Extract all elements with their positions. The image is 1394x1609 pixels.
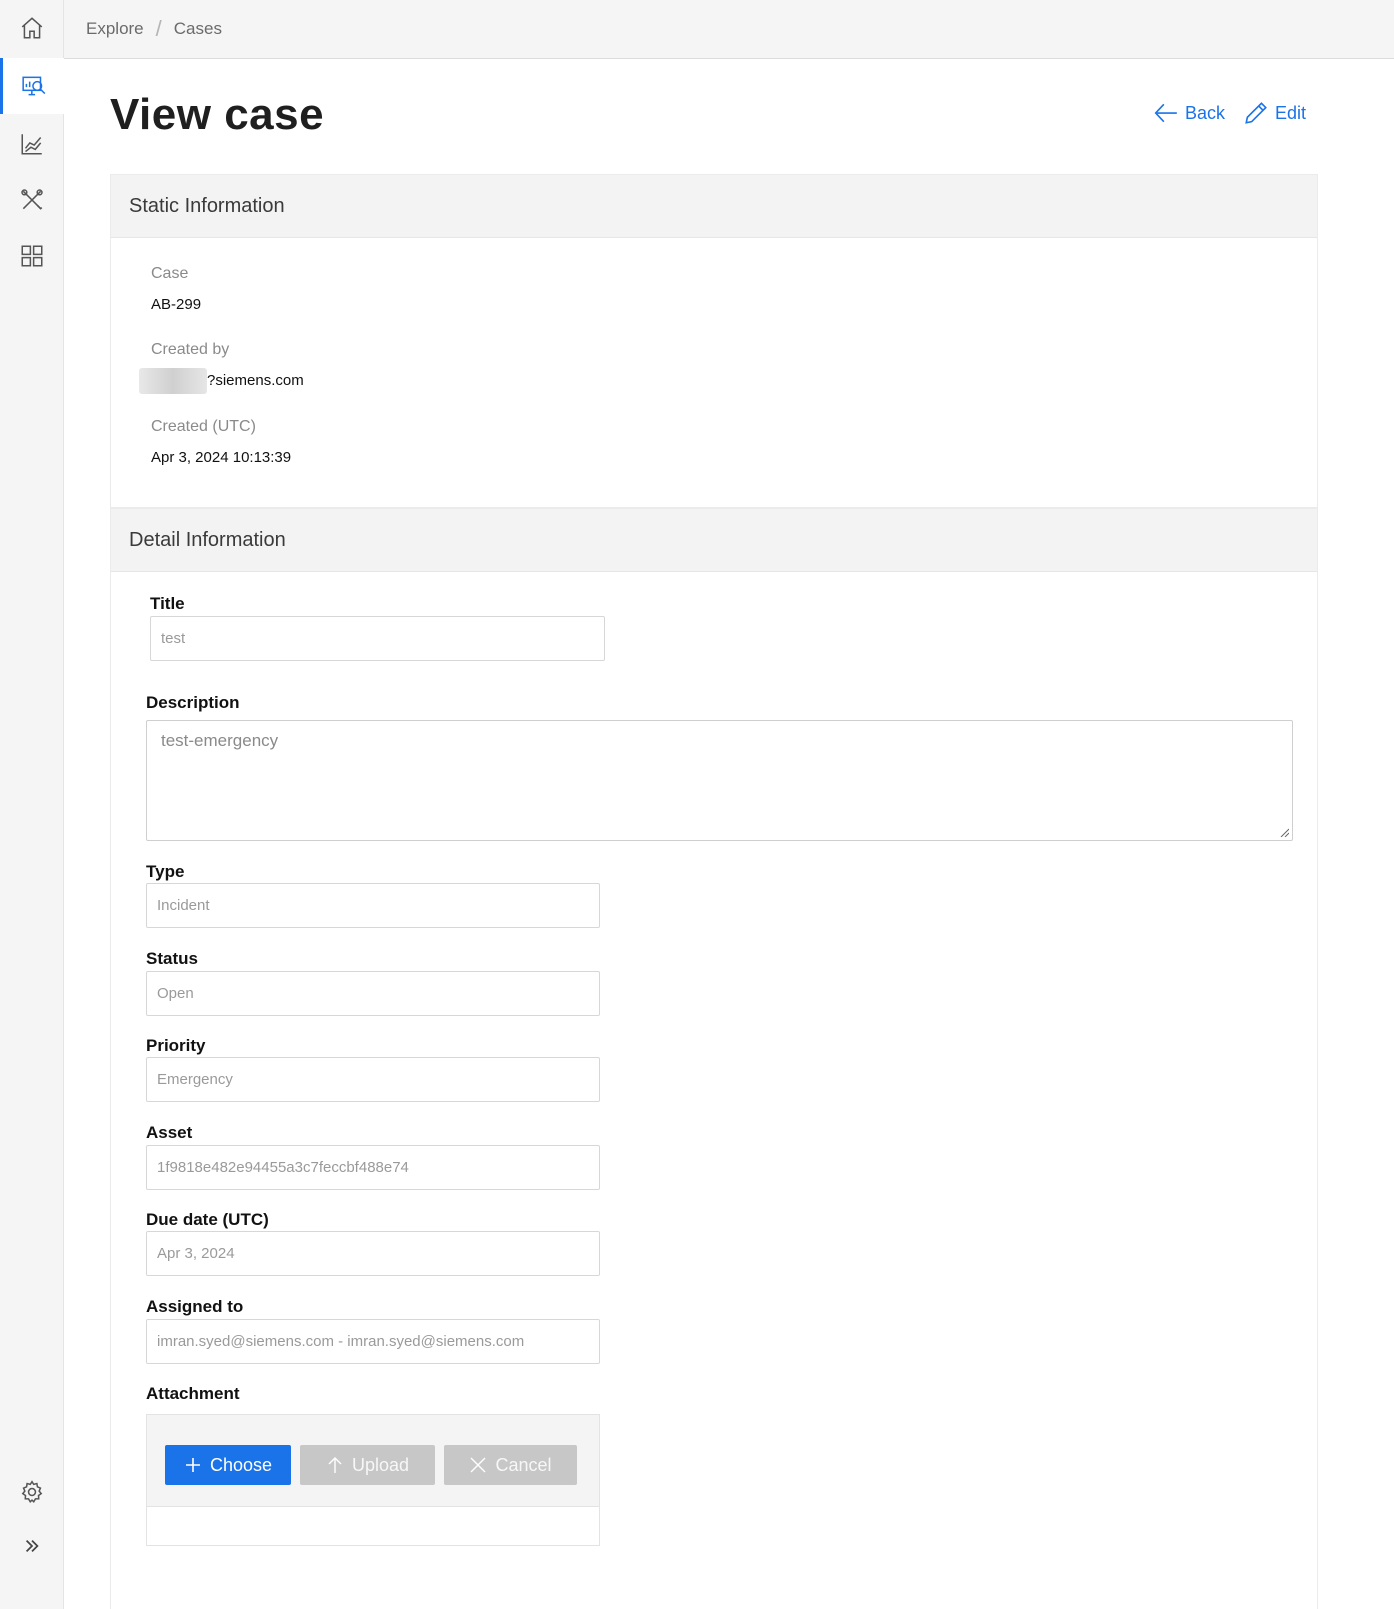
grid-icon (21, 245, 43, 267)
status-field[interactable]: Open (146, 971, 600, 1016)
created-utc-label: Created (UTC) (151, 418, 256, 435)
asset-field[interactable]: 1f9818e482e94455a3c7feccbf488e74 (146, 1145, 600, 1190)
breadcrumb: Explore / Cases (64, 0, 1394, 59)
choose-button[interactable]: Choose (165, 1445, 291, 1485)
case-value: AB-299 (151, 296, 202, 313)
file-upload: Choose Upload Cancel (146, 1414, 600, 1546)
description-field[interactable]: test-emergency (146, 720, 1293, 841)
nav-explore[interactable] (0, 58, 64, 114)
assigned-to-field[interactable]: imran.syed@siemens.com - imran.syed@siem… (146, 1319, 600, 1364)
static-info-heading: Static Information (111, 175, 1317, 238)
breadcrumb-explore[interactable]: Explore (86, 19, 144, 39)
upload-icon (328, 1457, 342, 1473)
static-info-panel: Static Information Case AB-299 Created b… (110, 174, 1318, 508)
type-field[interactable]: Incident (146, 883, 600, 928)
detail-info-heading: Detail Information (111, 509, 1317, 572)
plus-icon (185, 1458, 200, 1472)
type-label: Type (146, 862, 185, 881)
created-by-value: ?siemens.com (139, 368, 304, 394)
edit-label: Edit (1275, 102, 1307, 123)
double-chevron-right-icon (25, 1539, 39, 1553)
upload-label: Upload (351, 1454, 410, 1475)
nav-home[interactable] (0, 0, 64, 56)
nav-settings[interactable] (0, 1464, 64, 1520)
line-chart-icon (21, 134, 42, 155)
description-label: Description (146, 693, 240, 712)
due-date-field[interactable]: Apr 3, 2024 (146, 1231, 600, 1276)
back-button[interactable]: Back (1153, 100, 1225, 126)
redacted-blur (139, 368, 207, 394)
arrow-left-icon (1154, 103, 1177, 123)
breadcrumb-separator: / (155, 16, 162, 41)
gear-icon (21, 1480, 43, 1503)
file-upload-toolbar: Choose Upload Cancel (147, 1415, 599, 1507)
upload-button[interactable]: Upload (300, 1445, 435, 1485)
monitor-search-icon (21, 76, 45, 96)
case-label: Case (151, 265, 189, 282)
description-text: test-emergency (161, 731, 279, 750)
status-label: Status (146, 949, 198, 968)
edit-button[interactable]: Edit (1243, 100, 1306, 126)
priority-label: Priority (146, 1036, 206, 1055)
asset-label: Asset (146, 1123, 193, 1142)
nav-expand[interactable] (0, 1518, 64, 1574)
due-date-label: Due date (UTC) (146, 1210, 269, 1229)
attachment-label: Attachment (146, 1384, 240, 1403)
nav-apps[interactable] (0, 228, 64, 284)
created-by-label: Created by (151, 341, 230, 358)
title-field[interactable]: test (150, 616, 605, 661)
nav-analytics[interactable] (0, 116, 64, 172)
created-utc-value: Apr 3, 2024 10:13:39 (151, 449, 292, 466)
pencil-icon (1245, 102, 1267, 124)
close-icon (470, 1457, 486, 1473)
resize-handle-icon[interactable] (1279, 827, 1289, 837)
home-icon (21, 17, 43, 39)
priority-field[interactable]: Emergency (146, 1057, 600, 1102)
back-label: Back (1185, 102, 1226, 123)
cancel-label: Cancel (495, 1454, 552, 1475)
nav-tools[interactable] (0, 172, 64, 228)
tools-icon (21, 189, 43, 210)
created-by-text: ?siemens.com (207, 371, 304, 389)
title-label: Title (150, 594, 185, 613)
assigned-to-label: Assigned to (146, 1297, 244, 1316)
side-nav (0, 0, 64, 1609)
page-title: View case (110, 90, 325, 139)
cancel-upload-button[interactable]: Cancel (444, 1445, 577, 1485)
choose-label: Choose (209, 1454, 273, 1475)
breadcrumb-cases[interactable]: Cases (174, 19, 222, 39)
